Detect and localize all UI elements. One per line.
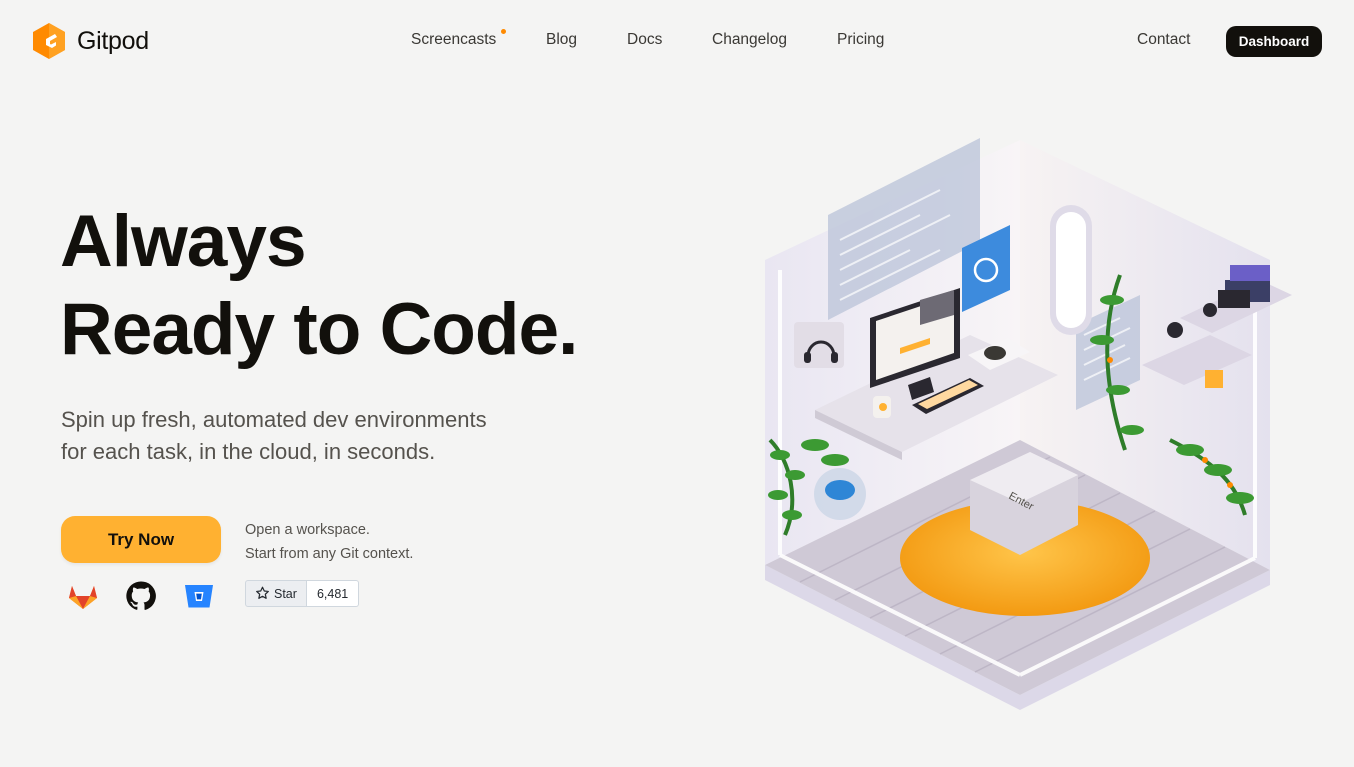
nav-link-changelog[interactable]: Changelog <box>712 31 787 49</box>
headphones <box>794 322 844 368</box>
gitpod-logo-icon <box>33 23 65 59</box>
cta-note: Open a workspace. Start from any Git con… <box>245 518 413 566</box>
bitbucket-icon[interactable] <box>183 580 215 612</box>
star-count[interactable]: 6,481 <box>306 580 360 607</box>
new-indicator-dot <box>501 29 506 34</box>
nav-link-pricing[interactable]: Pricing <box>837 31 884 49</box>
brand-name: Gitpod <box>77 26 149 55</box>
nav-link-docs[interactable]: Docs <box>627 31 662 49</box>
github-star-widget: Star 6,481 <box>245 580 360 607</box>
star-label: Star <box>274 586 297 601</box>
nav-link-contact[interactable]: Contact <box>1137 31 1190 49</box>
star-icon <box>256 586 269 599</box>
try-now-button[interactable]: Try Now <box>61 516 221 563</box>
isometric-room-illustration: Enter <box>765 138 1292 710</box>
cta-note-line-1: Open a workspace. <box>245 522 370 538</box>
gitlab-icon[interactable] <box>67 580 99 612</box>
gitpod-logo[interactable]: Gitpod <box>31 22 149 60</box>
hero-subtitle-line-1: Spin up fresh, automated dev environment… <box>61 407 487 432</box>
hero-subtitle-line-2: for each task, in the cloud, in seconds. <box>61 439 436 464</box>
dashboard-button[interactable]: Dashboard <box>1226 26 1322 57</box>
window <box>1050 205 1092 335</box>
cta-note-line-2: Start from any Git context. <box>245 546 414 562</box>
hero-title-line-2: Ready to Code. <box>60 289 578 370</box>
top-navigation: Gitpod Screencasts Blog Docs Changelog P… <box>0 0 1354 82</box>
mouse <box>984 346 1006 360</box>
hero-subtitle: Spin up fresh, automated dev environment… <box>61 404 581 468</box>
mug <box>873 396 891 418</box>
github-icon[interactable] <box>125 580 157 612</box>
hero-title-line-1: Always <box>60 201 307 282</box>
nav-link-screencasts[interactable]: Screencasts <box>411 31 496 49</box>
github-star-button[interactable]: Star <box>245 580 307 607</box>
nav-link-blog[interactable]: Blog <box>546 31 577 49</box>
hero-title: Always Ready to Code. <box>60 198 578 374</box>
